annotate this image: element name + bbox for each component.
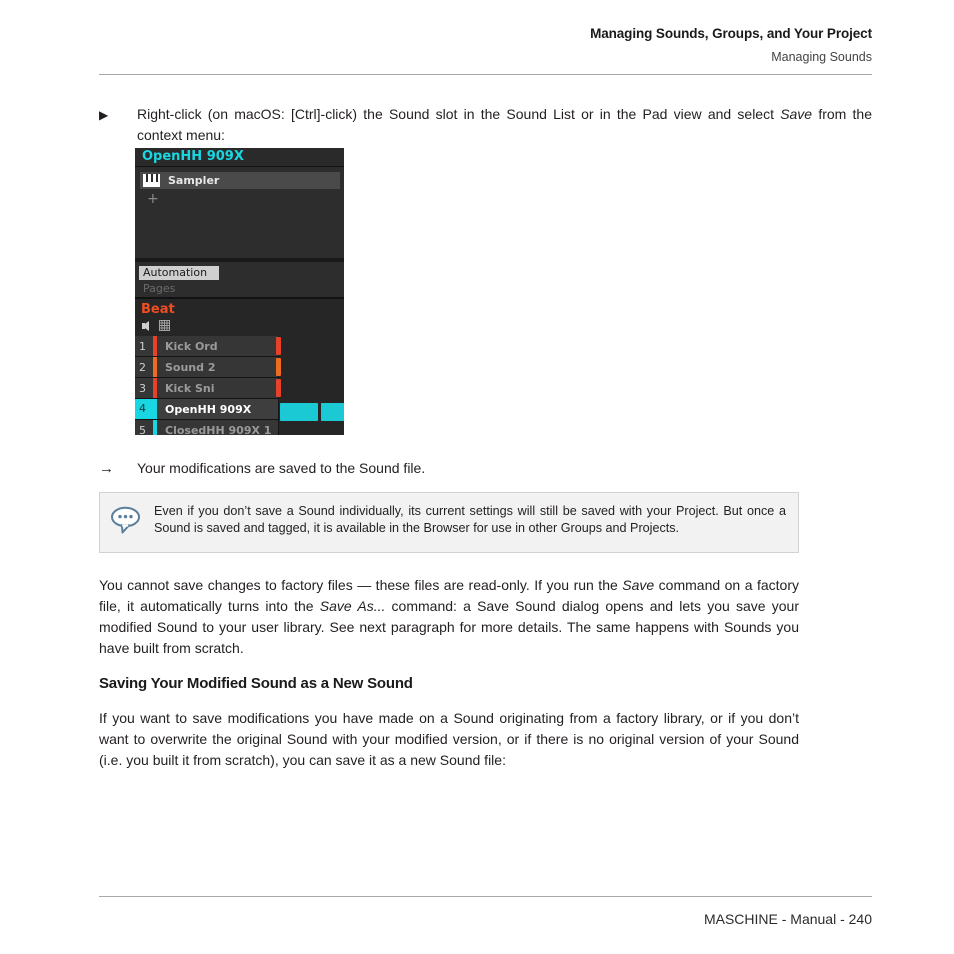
- result-statement: → Your modifications are saved to the So…: [99, 458, 872, 479]
- speech-bubble-icon: [111, 506, 140, 534]
- pattern-grid: [276, 336, 344, 435]
- pattern-cell[interactable]: [276, 358, 281, 376]
- group-header-bar: Beat: [135, 297, 344, 338]
- header-subtitle: Managing Sounds: [771, 50, 872, 64]
- footer-text: MASCHINE - Manual - 240: [703, 911, 872, 927]
- note-icon-wrap: [110, 503, 154, 540]
- header-divider: [99, 74, 872, 75]
- note-text: Even if you don’t save a Sound individua…: [154, 504, 786, 535]
- embedded-screenshot: OpenHH 909X Sampler + Automation Pages B…: [135, 148, 344, 435]
- plugin-slot-label: Sampler: [168, 174, 220, 187]
- pattern-cell[interactable]: [276, 379, 281, 397]
- step-text-before: Right-click (on macOS: [Ctrl]-click) the…: [137, 106, 781, 122]
- keyboard-icon: [143, 174, 160, 187]
- speaker-icon[interactable]: [142, 321, 149, 331]
- factory-emphasis-save: Save: [622, 577, 655, 593]
- factory-text-1: You cannot save changes to factory files…: [99, 577, 623, 593]
- sound-row-number: 3: [139, 381, 146, 395]
- page-header: Managing Sounds, Groups, and Your Projec…: [99, 26, 872, 64]
- sound-row-number: 1: [139, 339, 146, 353]
- pattern-cell[interactable]: [321, 403, 344, 421]
- note-callout: Even if you don’t save a Sound individua…: [99, 492, 799, 553]
- tab-pages[interactable]: Pages: [143, 282, 175, 295]
- sound-row-number: 5: [139, 423, 146, 436]
- sound-row-number: 2: [139, 360, 146, 374]
- add-plugin-icon[interactable]: +: [147, 192, 159, 206]
- result-text: Your modifications are saved to the Soun…: [137, 460, 426, 476]
- sound-slot-title: OpenHH 909X: [135, 148, 344, 166]
- pad-grid-icon[interactable]: [159, 320, 170, 331]
- paragraph-factory-files: You cannot save changes to factory files…: [99, 575, 799, 659]
- group-name: Beat: [141, 302, 175, 317]
- tab-automation[interactable]: Automation: [139, 266, 219, 280]
- step-bullet-icon: ▶: [99, 108, 109, 122]
- header-title: Managing Sounds, Groups, and Your Projec…: [590, 26, 872, 41]
- sound-row-number: 4: [135, 399, 153, 419]
- section-heading: Saving Your Modified Sound as a New Soun…: [99, 675, 413, 692]
- plugin-slot-sampler[interactable]: Sampler: [140, 172, 340, 189]
- footer-divider: [99, 896, 872, 897]
- factory-emphasis-save-as: Save As...: [319, 598, 386, 614]
- step-emphasis: Save: [780, 106, 813, 122]
- result-arrow-icon: →: [99, 460, 114, 477]
- pattern-cell[interactable]: [276, 337, 281, 355]
- step-instruction-text: Right-click (on macOS: [Ctrl]-click) the…: [137, 104, 872, 146]
- pattern-cell[interactable]: [280, 403, 318, 421]
- automation-panel: Automation Pages: [135, 262, 344, 297]
- paragraph-new-sound: If you want to save modifications you ha…: [99, 710, 799, 768]
- plugin-panel: Sampler +: [135, 166, 344, 259]
- step-instruction: ▶ Right-click (on macOS: [Ctrl]-click) t…: [99, 104, 872, 146]
